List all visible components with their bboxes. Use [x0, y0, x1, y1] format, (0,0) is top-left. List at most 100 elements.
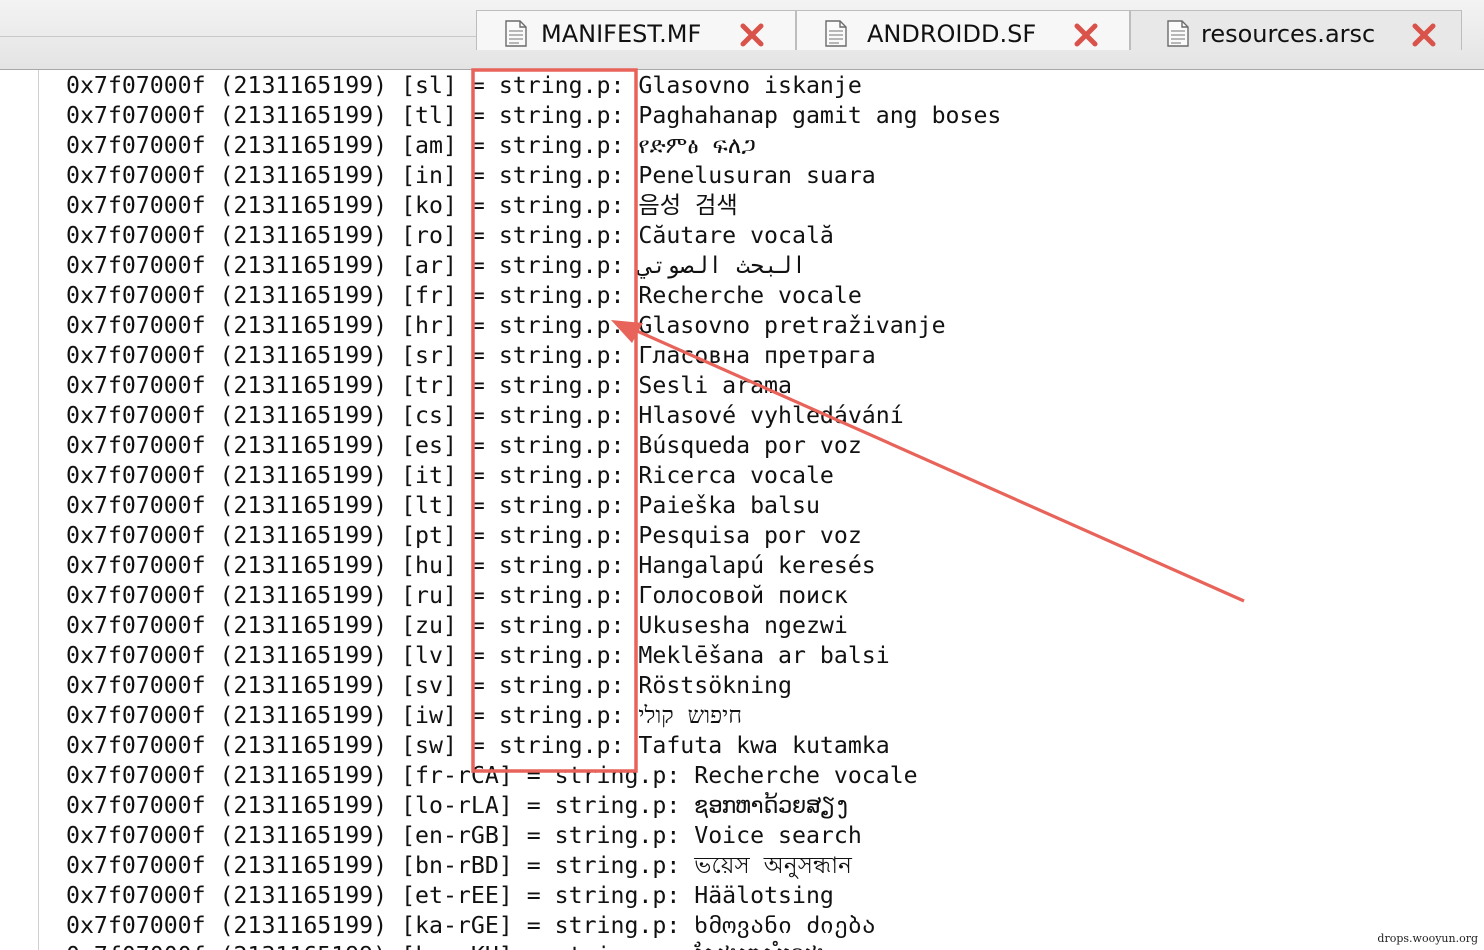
tab-bar-divider: [0, 36, 476, 37]
resource-id-decimal: (2131165199): [219, 252, 388, 279]
resource-address: 0x7f07000f: [66, 612, 206, 639]
resource-value: Paghahanap gamit ang boses: [638, 102, 1002, 129]
resource-value: Meklēšana ar balsi: [638, 642, 890, 669]
resource-id-decimal: (2131165199): [219, 402, 388, 429]
resource-value: Glasovno iskanje: [638, 72, 862, 99]
close-icon[interactable]: [739, 22, 765, 48]
locale-qualifier: [bn-rBD]: [401, 852, 513, 879]
resource-value: Hlasové vyhledávání: [638, 402, 904, 429]
resource-type: string.p:: [498, 702, 625, 729]
resource-id-decimal: (2131165199): [220, 942, 388, 950]
resource-address: 0x7f07000f: [66, 372, 206, 399]
resource-id-decimal: (2131165199): [219, 702, 388, 729]
resource-id-decimal: (2131165199): [219, 282, 388, 309]
resource-type: string.p:: [498, 672, 625, 699]
resource-id-decimal: (2131165199): [219, 582, 388, 609]
resource-value: ស្វែងរកសំឡេង: [694, 942, 825, 950]
resource-address: 0x7f07000f: [66, 252, 206, 279]
resource-id-decimal: (2131165199): [219, 852, 388, 879]
resource-address: 0x7f07000f: [66, 582, 206, 609]
resource-type: string.p:: [498, 282, 625, 309]
resource-value: Glasovno pretraživanje: [638, 312, 946, 339]
resource-id-decimal: (2131165199): [219, 432, 388, 459]
resource-id-decimal: (2131165199): [219, 102, 388, 129]
code-line: 0x7f07000f (2131165199) [it] = string.p:…: [66, 462, 834, 489]
close-icon[interactable]: [1411, 22, 1437, 48]
locale-qualifier: [ko]: [401, 192, 457, 219]
locale-qualifier: [en-rGB]: [401, 822, 513, 849]
resource-value: Häälotsing: [694, 882, 834, 909]
resource-type: string.p:: [498, 642, 625, 669]
text-editor[interactable]: 0x7f07000f (2131165199) [sl] = string.p:…: [0, 70, 1484, 950]
code-line: 0x7f07000f (2131165199) [ru] = string.p:…: [66, 582, 848, 609]
code-line: 0x7f07000f (2131165199) [sv] = string.p:…: [66, 672, 792, 699]
resource-address: 0x7f07000f: [66, 522, 206, 549]
code-line: 0x7f07000f (2131165199) [pt] = string.p:…: [66, 522, 862, 549]
resource-id-decimal: (2131165199): [219, 882, 388, 909]
resource-address: 0x7f07000f: [66, 762, 206, 789]
locale-qualifier: [ru]: [401, 582, 457, 609]
resource-address: 0x7f07000f: [66, 432, 206, 459]
resource-address: 0x7f07000f: [66, 312, 206, 339]
locale-qualifier: [lv]: [401, 642, 457, 669]
resource-id-decimal: (2131165199): [219, 132, 388, 159]
resource-address: 0x7f07000f: [66, 72, 206, 99]
code-line: 0x7f07000f (2131165199) [sl] = string.p:…: [66, 72, 862, 99]
close-icon[interactable]: [1073, 22, 1099, 48]
code-line: 0x7f07000f (2131165199) [et-rEE] = strin…: [66, 882, 834, 909]
resource-id-decimal: (2131165199): [219, 792, 388, 819]
locale-qualifier: [ro]: [401, 222, 457, 249]
code-line: 0x7f07000f (2131165199) [lv] = string.p:…: [66, 642, 890, 669]
watermark: drops.wooyun.org: [1375, 932, 1480, 945]
resource-address: 0x7f07000f: [66, 822, 206, 849]
locale-qualifier: [iw]: [401, 702, 457, 729]
code-line: 0x7f07000f (2131165199) [hu] = string.p:…: [66, 552, 876, 579]
resource-id-decimal: (2131165199): [219, 762, 388, 789]
resource-value: Tafuta kwa kutamka: [638, 732, 890, 759]
resource-type: string.p:: [554, 852, 681, 879]
resource-type: string.p:: [498, 312, 625, 339]
tab-manifest-mf[interactable]: MANIFEST.MF: [476, 10, 796, 50]
resource-value: Căutare vocală: [638, 222, 834, 249]
resource-type: string.p:: [498, 102, 625, 129]
resource-address: 0x7f07000f: [66, 402, 206, 429]
resource-address: 0x7f07000f: [66, 852, 206, 879]
code-line: 0x7f07000f (2131165199) [km-rKH] = strin…: [66, 941, 1001, 950]
code-line: 0x7f07000f (2131165199) [iw] = string.p:…: [66, 702, 742, 729]
resource-value: ຊອກຫາດ້ວຍສຽງ: [694, 792, 850, 819]
code-line: 0x7f07000f (2131165199) [fr-rCA] = strin…: [66, 762, 918, 789]
resource-id-decimal: (2131165199): [219, 642, 388, 669]
resource-value: البحث الصوتي: [638, 252, 806, 279]
locale-qualifier: [in]: [401, 162, 457, 189]
resource-value: Голосовой поиск: [638, 582, 848, 609]
resource-value: Búsqueda por voz: [638, 432, 862, 459]
resource-type: string.p:: [554, 882, 681, 909]
resource-address: 0x7f07000f: [66, 882, 206, 909]
resource-id-decimal: (2131165199): [219, 522, 388, 549]
resource-id-decimal: (2131165199): [219, 462, 388, 489]
code-line: 0x7f07000f (2131165199) [ko] = string.p:…: [66, 192, 738, 219]
locale-qualifier: [ar]: [401, 252, 457, 279]
locale-qualifier: [tl]: [401, 102, 457, 129]
resource-id-decimal: (2131165199): [219, 732, 388, 759]
locale-qualifier: [fr]: [401, 282, 457, 309]
resource-value: Pesquisa por voz: [638, 522, 862, 549]
locale-qualifier: [it]: [401, 462, 457, 489]
resource-type: string.p:: [498, 582, 625, 609]
resource-id-decimal: (2131165199): [219, 912, 388, 939]
resource-type: string.p:: [498, 522, 625, 549]
code-lines: 0x7f07000f (2131165199) [sl] = string.p:…: [66, 71, 1001, 950]
document-icon: [1167, 20, 1189, 47]
tab-label: resources.arsc: [1201, 20, 1376, 48]
code-line: 0x7f07000f (2131165199) [am] = string.p:…: [66, 132, 756, 159]
locale-qualifier: [sv]: [401, 672, 457, 699]
resource-value: Penelusuran suara: [638, 162, 876, 189]
tab-resources-arsc[interactable]: resources.arsc: [1130, 10, 1462, 50]
resource-value: Hangalapú keresés: [638, 552, 876, 579]
resource-address: 0x7f07000f: [66, 642, 206, 669]
resource-type: string.p:: [498, 162, 625, 189]
resource-address: 0x7f07000f: [66, 162, 206, 189]
resource-address: 0x7f07000f: [66, 342, 206, 369]
resource-id-decimal: (2131165199): [219, 222, 388, 249]
tab-androidd-sf[interactable]: ANDROIDD.SF: [796, 10, 1130, 50]
